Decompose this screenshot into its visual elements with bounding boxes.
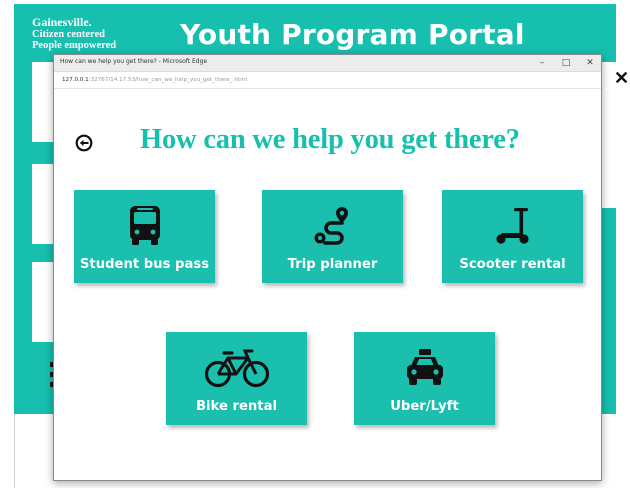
scooter-icon [491, 204, 535, 248]
brand-city: Gainesville. [32, 15, 92, 29]
maximize-icon[interactable]: □ [554, 56, 578, 70]
minimize-icon[interactable]: – [530, 56, 554, 70]
portal-title: Youth Program Portal [180, 18, 525, 51]
trip-planner-button[interactable]: Trip planner [262, 190, 403, 283]
car-icon [403, 346, 447, 390]
student-bus-pass-button[interactable]: Student bus pass [74, 190, 215, 283]
tile-label: Bike rental [195, 399, 278, 414]
close-icon[interactable]: ✕ [614, 68, 629, 89]
url-text[interactable]: 127.0.0.1:32767/14.17.53/how_can_we_help… [62, 77, 247, 83]
scooter-rental-button[interactable]: Scooter rental [442, 190, 583, 283]
brand-logo: Gainesville. Citizen centered People emp… [32, 15, 117, 52]
browser-popup-window: How can we help you get there? - Microso… [53, 54, 602, 481]
brand-tagline-2: People empowered [32, 40, 117, 51]
page-heading: How can we help you get there? [140, 124, 520, 155]
bus-icon [123, 204, 167, 248]
tile-label: Scooter rental [459, 257, 566, 272]
bike-rental-button[interactable]: Bike rental [166, 332, 307, 425]
address-bar[interactable]: 127.0.0.1:32767/14.17.53/how_can_we_help… [54, 72, 601, 89]
tile-label: Student bus pass [79, 257, 210, 272]
back-arrow-icon[interactable] [75, 134, 93, 152]
bicycle-icon [204, 346, 270, 390]
tile-label: Trip planner [287, 257, 378, 272]
tile-label: Uber/Lyft [390, 399, 459, 414]
url-path: :32767/14.17.53/how_can_we_help_you_get_… [88, 77, 248, 83]
url-host: 127.0.0.1 [62, 77, 89, 83]
route-icon [311, 204, 355, 248]
brand-tagline-1: Citizen centered [32, 29, 105, 40]
window-title: How can we help you get there? - Microso… [60, 58, 208, 65]
window-titlebar[interactable]: How can we help you get there? - Microso… [54, 55, 601, 72]
window-close-icon[interactable]: ✕ [578, 56, 602, 70]
uber-lyft-button[interactable]: Uber/Lyft [354, 332, 495, 425]
